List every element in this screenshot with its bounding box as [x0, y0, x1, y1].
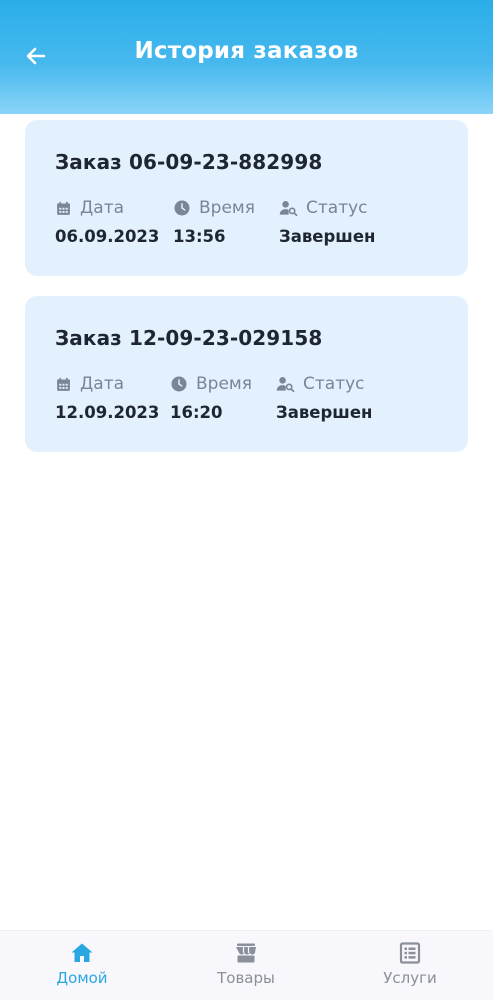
store-icon	[236, 943, 256, 963]
nav-item-services[interactable]: Услуги	[350, 941, 470, 987]
order-meta: Дата 06.09.2023 Время 13:56 Статус Завер…	[55, 196, 458, 246]
order-date: Дата 12.09.2023	[55, 372, 159, 422]
user-search-icon	[279, 201, 298, 217]
list-icon	[399, 942, 421, 964]
user-search-icon	[276, 377, 295, 393]
time-value: 16:20	[170, 403, 223, 422]
status-value: Завершен	[276, 403, 373, 422]
orders-list: Заказ 06-09-23-882998 Дата 06.09.2023 Вр…	[25, 120, 468, 472]
order-title: Заказ 12-09-23-029158	[55, 326, 323, 350]
calendar-icon	[57, 377, 70, 391]
order-meta: Дата 12.09.2023 Время 16:20 Статус Завер…	[55, 372, 458, 422]
order-time: Время 16:20	[170, 372, 252, 422]
home-icon	[71, 943, 93, 962]
nav-label-home: Домой	[56, 969, 108, 987]
app-screen: История заказов Заказ 06-09-23-882998 Да…	[0, 0, 493, 1000]
time-label: Время	[199, 198, 255, 218]
time-value: 13:56	[173, 227, 226, 246]
date-value: 06.09.2023	[55, 227, 160, 246]
header-bar: История заказов	[0, 0, 493, 114]
nav-label-services: Услуги	[383, 969, 437, 987]
bottom-navigation: Домой Товары Услуги	[0, 930, 493, 1000]
date-value: 12.09.2023	[55, 403, 160, 422]
page-title: История заказов	[134, 38, 359, 64]
status-label: Статус	[306, 198, 368, 218]
order-status: Статус Завершен	[279, 196, 375, 246]
nav-label-products: Товары	[217, 969, 275, 987]
order-status: Статус Завершен	[276, 372, 372, 422]
nav-item-home[interactable]: Домой	[22, 941, 142, 987]
calendar-icon	[57, 201, 70, 215]
order-date: Дата 06.09.2023	[55, 196, 159, 246]
status-label: Статус	[303, 374, 365, 394]
nav-item-products[interactable]: Товары	[186, 941, 306, 987]
date-label: Дата	[80, 198, 125, 218]
date-label: Дата	[80, 374, 125, 394]
status-value: Завершен	[279, 227, 376, 246]
clock-icon	[171, 376, 187, 392]
order-title: Заказ 06-09-23-882998	[55, 150, 323, 174]
order-card[interactable]: Заказ 06-09-23-882998 Дата 06.09.2023 Вр…	[25, 120, 468, 276]
order-time: Время 13:56	[173, 196, 255, 246]
order-card[interactable]: Заказ 12-09-23-029158 Дата 12.09.2023 Вр…	[25, 296, 468, 452]
time-label: Время	[196, 374, 252, 394]
clock-icon	[174, 200, 190, 216]
